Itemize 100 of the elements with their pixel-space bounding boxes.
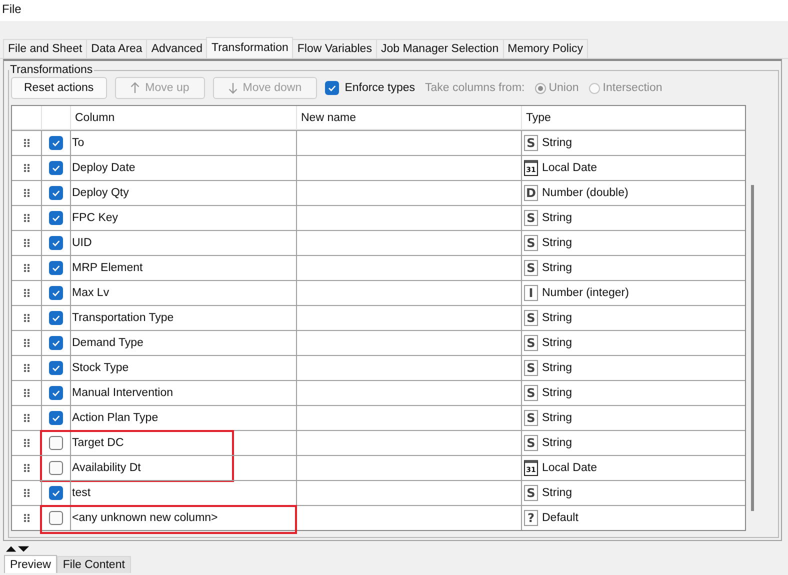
include-checkbox[interactable] [49, 411, 63, 425]
tab[interactable]: Preview [4, 555, 57, 573]
checkmark-icon [51, 288, 61, 298]
include-checkbox[interactable] [49, 436, 63, 450]
table-cell: Deploy Date [71, 156, 297, 180]
enforce-types-checkbox[interactable] [324, 81, 339, 95]
include-checkbox[interactable] [49, 261, 63, 275]
type-label: Local Date [542, 462, 597, 474]
column-header[interactable]: Column [71, 106, 297, 129]
drag-handle-icon[interactable] [24, 364, 30, 372]
type-icon: ? [524, 510, 538, 526]
include-checkbox[interactable] [49, 161, 63, 175]
table-cell: Availability Dt [71, 456, 297, 480]
table-cell: <any unknown new column> [71, 506, 297, 530]
tab[interactable]: Transformation [206, 37, 294, 58]
tab[interactable]: File and Sheet [3, 39, 88, 58]
type-label: String [542, 487, 572, 499]
checkmark-icon [51, 413, 61, 423]
checkmark-icon [326, 83, 337, 93]
table-cell: Max Lv [71, 281, 297, 305]
down-arrow-icon [228, 82, 238, 94]
group-title: Transformations [9, 64, 94, 76]
drag-handle-icon[interactable] [24, 164, 30, 172]
type-label: String [542, 412, 572, 424]
column-header[interactable]: New name [297, 106, 522, 129]
drag-handle-icon[interactable] [24, 514, 30, 522]
drag-handle-icon[interactable] [24, 189, 30, 197]
type-label: String [542, 387, 572, 399]
checkmark-icon [51, 363, 61, 373]
include-checkbox[interactable] [49, 486, 63, 500]
drag-handle-icon[interactable] [24, 414, 30, 422]
include-checkbox[interactable] [49, 286, 63, 300]
drag-handle-icon[interactable] [24, 214, 30, 222]
splitter-arrows-icon[interactable] [6, 545, 30, 553]
table-cell: UID [71, 231, 297, 255]
type-icon: S [524, 360, 538, 376]
type-icon: S [524, 435, 538, 451]
checkmark-icon [51, 488, 61, 498]
type-icon: S [524, 385, 538, 401]
table-cell: Manual Intervention [71, 381, 297, 405]
include-checkbox[interactable] [49, 136, 63, 150]
tab[interactable]: Memory Policy [502, 39, 588, 58]
tab[interactable]: File Content [56, 556, 131, 573]
include-checkbox[interactable] [49, 511, 63, 525]
drag-handle-icon[interactable] [24, 289, 30, 297]
drag-handle-icon[interactable] [24, 489, 30, 497]
include-checkbox[interactable] [49, 236, 63, 250]
up-arrow-icon [130, 82, 140, 94]
type-label: Local Date [542, 162, 597, 174]
drag-handle-icon[interactable] [24, 439, 30, 447]
type-label: String [542, 137, 572, 149]
menu-item[interactable]: File [0, 1, 24, 17]
include-checkbox[interactable] [49, 461, 63, 475]
type-label: String [542, 437, 572, 449]
table-cell: Action Plan Type [71, 406, 297, 430]
include-checkbox[interactable] [49, 336, 63, 350]
type-label: String [542, 262, 572, 274]
type-label: String [542, 312, 572, 324]
include-checkbox[interactable] [49, 311, 63, 325]
type-label: String [542, 237, 572, 249]
radio-label: Intersection [602, 82, 662, 94]
include-checkbox[interactable] [49, 186, 63, 200]
table-cell: Transportation Type [71, 306, 297, 330]
type-label: String [542, 362, 572, 374]
table-cell: Stock Type [71, 356, 297, 380]
take-columns-label: Take columns from: [425, 82, 525, 94]
drag-handle-icon[interactable] [24, 239, 30, 247]
checkmark-icon [51, 388, 61, 398]
type-icon: S [524, 310, 538, 326]
drag-handle-icon[interactable] [24, 139, 30, 147]
table-cell: Target DC [71, 431, 297, 455]
include-checkbox[interactable] [49, 361, 63, 375]
checkmark-icon [51, 238, 61, 248]
drag-handle-icon[interactable] [24, 339, 30, 347]
type-icon: S [524, 335, 538, 351]
type-icon: I [524, 285, 538, 301]
checkmark-icon [51, 163, 61, 173]
radio-label: Union [548, 82, 579, 94]
checkmark-icon [51, 263, 61, 273]
type-icon: S [524, 210, 538, 226]
type-label: String [542, 337, 572, 349]
type-label: Default [542, 512, 578, 524]
type-label: String [542, 212, 572, 224]
scrollbar-thumb[interactable] [751, 185, 754, 511]
include-checkbox[interactable] [49, 386, 63, 400]
table-cell: Demand Type [71, 331, 297, 355]
enforce-types-label: Enforce types [344, 82, 416, 94]
drag-handle-icon[interactable] [24, 264, 30, 272]
include-checkbox[interactable] [49, 211, 63, 225]
checkmark-icon [51, 213, 61, 223]
drag-handle-icon[interactable] [24, 464, 30, 472]
table-cell: FPC Key [71, 206, 297, 230]
reset-actions-button[interactable]: Reset actions [11, 77, 107, 99]
table-cell: test [71, 481, 297, 505]
type-icon: S [524, 410, 538, 426]
checkmark-icon [51, 188, 61, 198]
type-label: Number (integer) [542, 287, 629, 299]
drag-handle-icon[interactable] [24, 389, 30, 397]
drag-handle-icon[interactable] [24, 314, 30, 322]
column-header[interactable]: Type [522, 106, 744, 129]
